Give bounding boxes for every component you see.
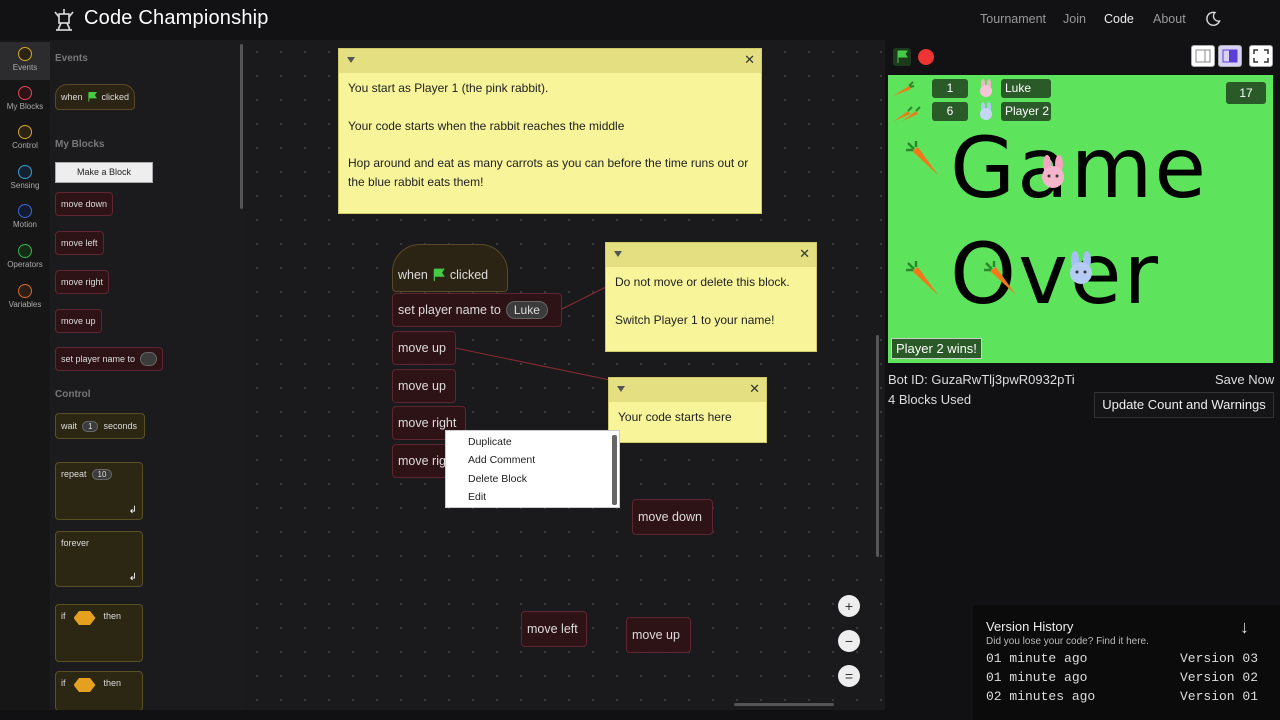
comment-header[interactable]: ✕ [606,243,816,267]
comment-line: You start as Player 1 (the pink rabbit). [348,81,549,95]
version-time: 01 minute ago [986,670,1088,685]
green-flag-icon [433,268,445,281]
winner-message: Player 2 wins! [891,338,982,359]
move-up-block[interactable]: move up [392,331,456,365]
version-label: Version 02 [1179,670,1258,685]
green-flag-run-icon[interactable] [893,48,911,66]
carrots-icon [894,106,921,121]
version-row[interactable]: 01 minute ago Version 02 [986,670,1258,685]
update-count-button[interactable]: Update Count and Warnings [1094,392,1274,418]
save-now-link[interactable]: Save Now [1215,372,1274,387]
version-time: 01 minute ago [986,651,1088,666]
workspace-vertical-scrollbar[interactable] [876,335,879,557]
normal-stage-view-icon[interactable] [1218,45,1242,67]
block-context-menu: Duplicate Add Comment Delete Block Edit [445,430,620,508]
player1-name: Luke [1001,79,1051,98]
stop-icon[interactable] [918,49,934,65]
collapse-triangle-icon[interactable] [614,251,622,257]
game-over-line1: Game [950,119,1209,217]
carrot-sprite-icon [906,141,938,175]
game-over-line2: Over [950,225,1161,323]
version-history-panel: Version History Did you lose your code? … [973,605,1280,720]
when-flag-clicked-block[interactable]: when clicked [392,244,508,292]
set-player-name-block[interactable]: set player name to Luke [392,293,562,327]
comment-header[interactable]: ✕ [609,378,766,402]
fullscreen-icon[interactable] [1249,45,1273,67]
small-stage-view-icon[interactable] [1191,45,1215,67]
arrow-down-icon[interactable]: ↓ [1240,617,1249,638]
menu-scrollbar[interactable] [612,435,617,505]
zoom-out-button[interactable]: − [838,630,860,652]
game-timer: 17 [1226,82,1266,104]
collapse-triangle-icon[interactable] [347,57,355,63]
collapse-triangle-icon[interactable] [617,386,625,392]
code-starts-here-comment[interactable]: ✕ Your code starts here [608,377,767,443]
loose-move-up-block[interactable]: move up [626,617,691,653]
comment-header[interactable]: ✕ [339,49,761,73]
workspace-horizontal-scrollbar[interactable] [734,703,834,706]
blocks-used-count: 4 Blocks Used [888,392,972,407]
close-icon[interactable]: ✕ [799,246,810,262]
carrot-icon [891,80,915,97]
game-stage[interactable]: 1 6 Luke Player 2 17 Game Over [888,75,1273,363]
menu-item-delete-block[interactable]: Delete Block [468,473,527,485]
comment-line: Do not move or delete this block. [615,275,790,289]
player-name-input[interactable]: Luke [505,301,548,319]
blue-rabbit-sprite-icon [1070,251,1092,284]
version-row[interactable]: 02 minutes ago Version 01 [986,689,1258,704]
comment-line: Your code starts when the rabbit reaches… [348,119,625,133]
pink-rabbit-icon [980,79,992,97]
move-up-block[interactable]: move up [392,369,456,403]
comment-line: Hop around and eat as many carrots as yo… [348,156,749,189]
version-label: Version 03 [1179,651,1258,666]
bot-id: Bot ID: GuzaRwTlj3pwR0932pTi [888,372,1075,387]
version-label: Version 01 [1179,689,1258,704]
carrot-sprite-icon [906,261,938,295]
comment-line: Your code starts here [618,410,732,424]
comment-line: Switch Player 1 to your name! [615,313,775,327]
do-not-move-comment[interactable]: ✕ Do not move or delete this block. Switc… [605,242,817,352]
menu-item-duplicate[interactable]: Duplicate [468,436,512,448]
menu-item-add-comment[interactable]: Add Comment [468,454,535,466]
player1-score: 1 [932,79,968,98]
version-row[interactable]: 01 minute ago Version 03 [986,651,1258,666]
version-time: 02 minutes ago [986,689,1096,704]
pink-rabbit-sprite-icon [1042,155,1064,188]
intro-comment[interactable]: ✕ You start as Player 1 (the pink rabbit… [338,48,762,214]
zoom-in-button[interactable]: + [838,595,860,617]
version-history-subtitle: Did you lose your code? Find it here. [986,636,1149,647]
block-text: clicked [449,268,489,282]
block-text: when [398,268,428,282]
block-text: set player name to [398,303,501,317]
close-icon[interactable]: ✕ [749,381,760,397]
close-icon[interactable]: ✕ [744,52,755,68]
menu-item-edit[interactable]: Edit [468,491,486,503]
blue-rabbit-icon [980,102,992,120]
zoom-reset-button[interactable]: = [838,665,860,687]
version-history-title: Version History [986,619,1074,634]
carrot-sprite-icon [984,261,1016,295]
loose-move-left-block[interactable]: move left [521,611,587,647]
loose-move-down-block[interactable]: move down [632,499,713,535]
